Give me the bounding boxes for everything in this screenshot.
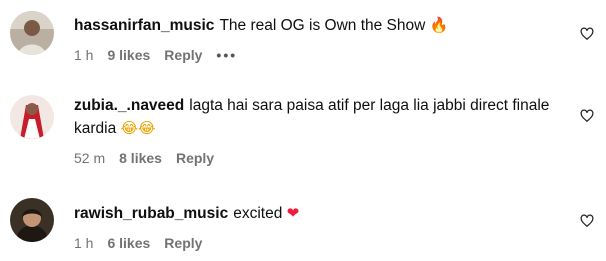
comment-text: The real OG is Own the Show — [219, 17, 426, 34]
more-options-icon[interactable]: ••• — [216, 47, 237, 63]
comment-username[interactable]: rawish_rubab_music — [74, 205, 228, 222]
reply-button[interactable]: Reply — [164, 47, 202, 63]
comment-username[interactable]: hassanirfan_music — [74, 17, 214, 34]
like-heart-icon[interactable] — [580, 27, 594, 41]
comment-time: 1 h — [74, 47, 94, 63]
red-heart-emoji: ❤ — [286, 204, 300, 222]
comment-item: hassanirfan_music The real OG is Own the … — [0, 0, 606, 80]
avatar[interactable] — [10, 95, 54, 139]
avatar[interactable] — [10, 11, 54, 55]
comment-likes[interactable]: 9 likes — [107, 47, 150, 63]
fire-emoji: 🔥 — [429, 16, 449, 34]
like-heart-icon[interactable] — [580, 214, 594, 228]
avatar[interactable] — [10, 198, 54, 242]
comment-time: 52 m — [74, 150, 106, 166]
reply-button[interactable]: Reply — [164, 235, 202, 251]
comment-item: zubia._.naveed lagta hai sara paisa atif … — [0, 85, 606, 180]
avatar-image — [10, 198, 54, 242]
comment-username[interactable]: zubia._.naveed — [74, 97, 184, 114]
comment-likes[interactable]: 6 likes — [107, 235, 150, 251]
comment-likes[interactable]: 8 likes — [119, 150, 162, 166]
comment-time: 1 h — [74, 235, 94, 251]
avatar-image — [10, 95, 54, 139]
laughing-emoji: 😂😂 — [120, 119, 156, 137]
avatar-image — [10, 11, 54, 55]
comment-item: rawish_rubab_music excited ❤ 1 h 6 likes … — [0, 185, 606, 261]
like-heart-icon[interactable] — [580, 109, 594, 123]
comment-text: excited — [233, 205, 283, 222]
reply-button[interactable]: Reply — [176, 150, 214, 166]
